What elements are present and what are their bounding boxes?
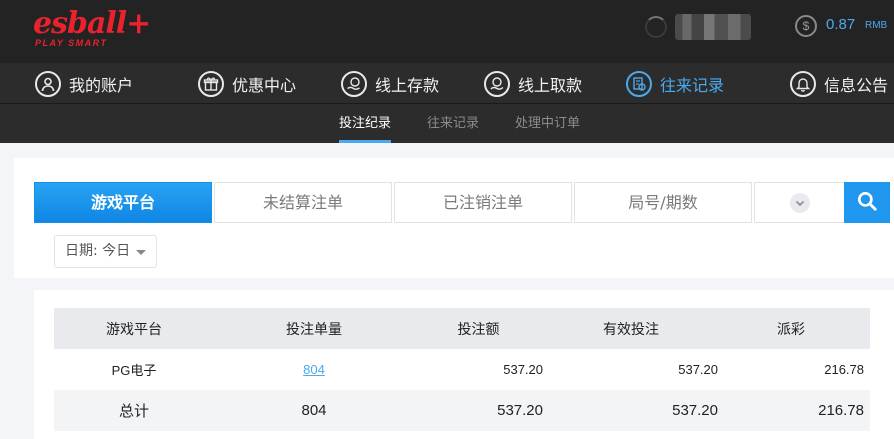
logo-wordmark: esball+ [33,6,151,41]
subnav-pending-orders[interactable]: 处理中订单 [515,104,580,143]
balance-amount: 0.87 [826,16,856,33]
cell-platform: PG电子 [54,349,214,390]
bet-count-link[interactable]: 804 [303,362,325,377]
balance-currency: RMB [865,20,888,31]
table-row: PG电子 804 537.20 537.20 216.78 [54,349,870,390]
results-panel: 游戏平台 投注单量 投注额 有效投注 派彩 PG电子 804 537.20 53… [34,290,894,439]
table-total-row: 总计 804 537.20 537.20 216.78 [54,390,870,431]
more-tabs-dropdown[interactable] [754,182,844,223]
logo-tagline: PLAY SMART [35,38,108,48]
nav-withdraw[interactable]: 线上取款 [484,63,582,104]
total-payout: 216.78 [718,390,870,431]
total-valid-bet: 537.20 [544,390,718,431]
col-header-platform: 游戏平台 [54,308,214,349]
sub-nav: 投注纪录 往来记录 处理中订单 [0,104,894,143]
nav-promotions[interactable]: 优惠中心 [198,63,296,104]
tab-game-platform[interactable]: 游戏平台 [34,182,212,223]
search-icon [856,190,878,216]
search-button[interactable] [844,182,890,223]
nav-label: 优惠中心 [232,75,297,95]
nav-records[interactable]: 往来记录 [626,63,724,104]
total-bet-amount: 537.20 [414,390,544,431]
cell-bet-amount: 537.20 [414,349,544,390]
subnav-bet-records[interactable]: 投注纪录 [339,104,392,143]
table-header-row: 游戏平台 投注单量 投注额 有效投注 派彩 [54,308,870,349]
date-filter-select[interactable]: 日期: 今日 [54,235,157,268]
filter-panel: 游戏平台 未结算注单 已注销注单 局号/期数 日期: 今日 [14,158,894,278]
gift-icon [198,70,224,97]
user-icon [35,70,61,97]
records-icon [626,70,652,97]
nav-label: 信息公告 [824,75,889,95]
bet-summary-table: 游戏平台 投注单量 投注额 有效投注 派彩 PG电子 804 537.20 53… [54,308,870,431]
col-header-bet-count: 投注单量 [214,308,414,349]
nav-label: 我的账户 [69,75,134,95]
cell-valid-bet: 537.20 [544,349,718,390]
total-bet-count: 804 [214,390,414,431]
tab-unsettled-bets[interactable]: 未结算注单 [214,182,392,223]
col-header-payout: 派彩 [718,308,870,349]
coin-icon: $ [795,15,817,37]
col-header-bet-amount: 投注额 [414,308,544,349]
bell-icon [790,70,816,97]
nav-label: 线上存款 [375,75,440,95]
main-nav: 我的账户 优惠中心 线上存款 线上取款 往来记录 信息公告 [0,63,894,104]
tab-cancelled-bets[interactable]: 已注销注单 [394,182,572,223]
nav-announcements[interactable]: 信息公告 [790,63,888,104]
total-label: 总计 [54,390,214,431]
cell-payout: 216.78 [718,349,870,390]
esball-logo[interactable]: esball+ PLAY SMART [33,6,151,52]
username-blurred [675,14,751,40]
cell-bet-count: 804 [214,349,414,390]
chevron-down-icon [790,193,810,213]
col-header-valid-bet: 有效投注 [544,308,718,349]
deposit-icon [341,70,367,97]
nav-deposit[interactable]: 线上存款 [341,63,439,104]
date-filter-label: 日期: 今日 [65,243,131,259]
tab-round-number[interactable]: 局号/期数 [574,182,752,223]
loading-spinner-icon [645,16,667,38]
subnav-transactions[interactable]: 往来记录 [427,104,479,143]
nav-label: 线上取款 [518,75,583,95]
nav-my-account[interactable]: 我的账户 [35,63,133,104]
nav-label: 往来记录 [660,75,725,95]
top-header: esball+ PLAY SMART $ 0.87 RMB [0,0,894,63]
caret-down-icon [136,250,146,255]
withdraw-icon [484,70,510,97]
